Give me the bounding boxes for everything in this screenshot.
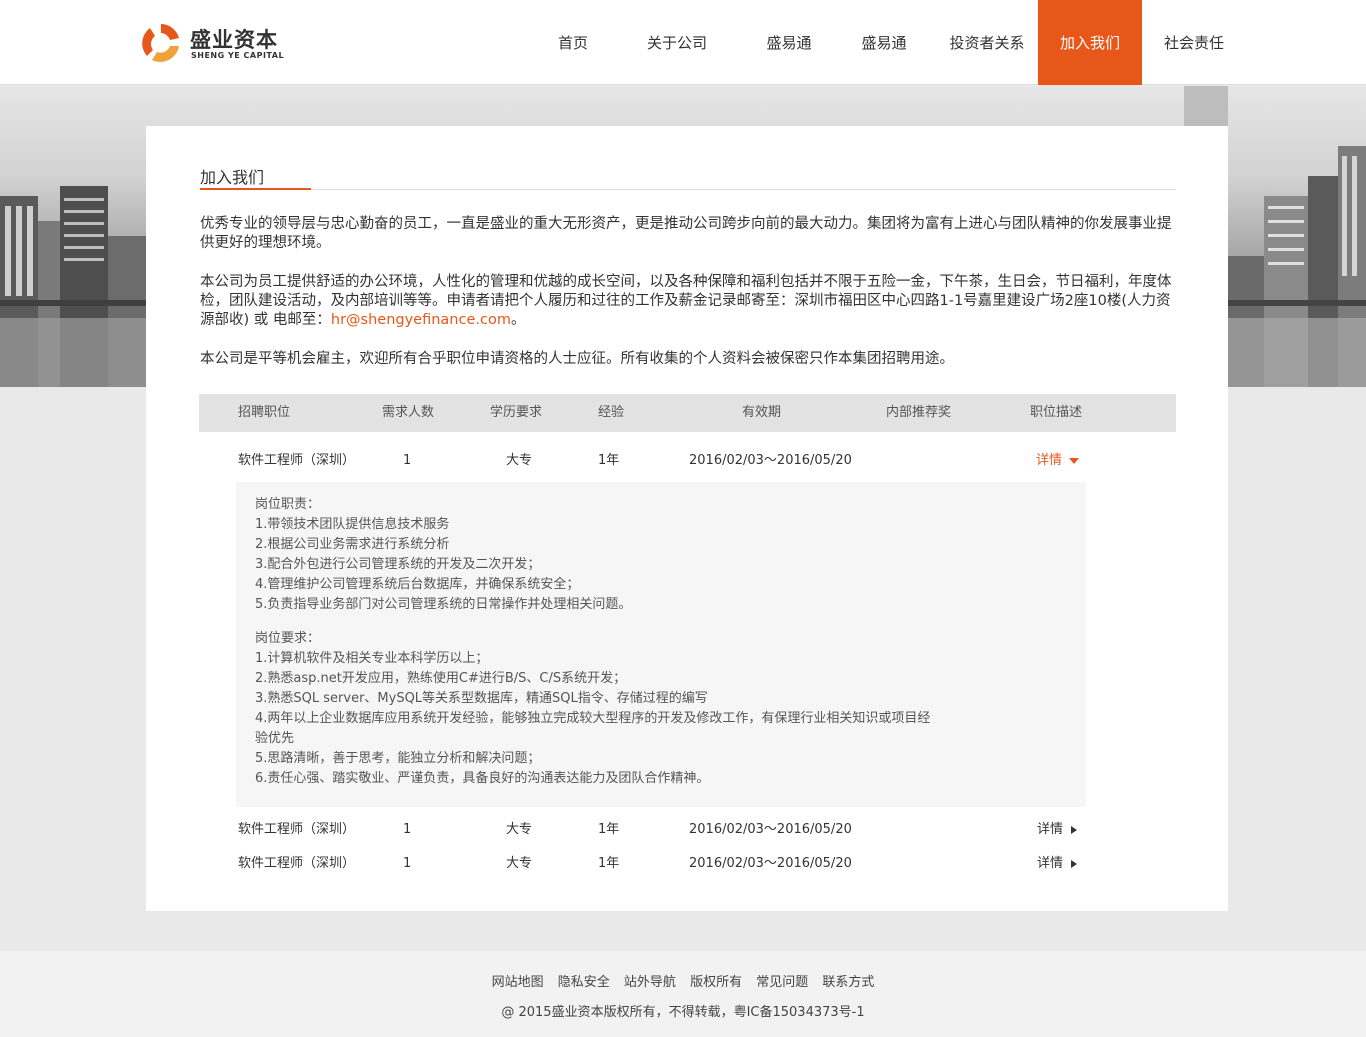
details-label: 详情 [1037, 856, 1064, 871]
section-title: 加入我们 [200, 168, 265, 187]
nav-about[interactable]: 关于公司 [638, 0, 716, 85]
cell-education: 大专 [506, 856, 533, 871]
details-toggle-expanded[interactable]: 详情 [1036, 446, 1080, 476]
intro-paragraph-2: 本公司为员工提供舒适的办公环境，人性化的管理和优越的成长空间，以及各种保障和福利… [200, 273, 1176, 330]
nav-investor-relations[interactable]: 投资者关系 [940, 0, 1034, 85]
header-referral-bonus: 内部推荐奖 [886, 405, 952, 420]
header-experience: 经验 [598, 405, 625, 420]
duties-title: 岗位职责： [255, 497, 321, 512]
cell-position: 软件工程师（深圳） [238, 856, 356, 871]
cell-validity: 2016/02/03～2016/05/20 [689, 822, 852, 837]
hr-email-link[interactable]: hr@shengyefinance.com [331, 312, 511, 328]
brand-name-cn: 盛业资本 [190, 28, 278, 52]
requirement-item: 4.两年以上企业数据库应用系统开发经验，能够独立完成较大型程序的开发及修改工作，… [255, 711, 931, 726]
nav-shengyitong-1[interactable]: 盛易通 [750, 0, 828, 85]
brand-name-en: SHENG YE CAPITAL [191, 51, 285, 60]
cell-count: 1 [403, 856, 412, 871]
intro-paragraph-3: 本公司是平等机会雇主，欢迎所有合乎职位申请资格的人士应征。所有收集的个人资料会被… [200, 351, 954, 367]
footer-link-privacy[interactable]: 隐私安全 [558, 975, 610, 990]
footer-links: 网站地图 隐私安全 站外导航 版权所有 常见问题 联系方式 [0, 971, 1366, 990]
requirement-item: 3.熟悉SQL server、MySQL等关系型数据库，精通SQL指令、存储过程… [255, 691, 708, 706]
footer-link-faq[interactable]: 常见问题 [756, 975, 808, 990]
header-description: 职位描述 [1030, 405, 1083, 420]
cell-experience: 1年 [598, 856, 620, 871]
header-position: 招聘职位 [238, 405, 291, 420]
requirement-item: 1.计算机软件及相关专业本科学历以上； [255, 651, 489, 666]
cell-education: 大专 [506, 453, 533, 468]
requirement-item: 6.责任心强、踏实敬业、严谨负责，具备良好的沟通表达能力及团队合作精神。 [255, 771, 710, 786]
cell-count: 1 [403, 822, 412, 837]
caret-right-icon [1071, 859, 1078, 868]
details-label: 详情 [1036, 453, 1063, 468]
cell-validity: 2016/02/03～2016/05/20 [689, 453, 852, 468]
intro-paragraph-2-end: 。 [510, 312, 526, 328]
table-row: 软件工程师（深圳） 1 大专 1年 2016/02/03～2016/05/20 … [199, 849, 1176, 879]
cell-experience: 1年 [598, 453, 620, 468]
table-row: 软件工程师（深圳） 1 大专 1年 2016/02/03～2016/05/20 … [199, 815, 1176, 845]
title-accent-bar [200, 188, 311, 190]
duty-item: 1.带领技术团队提供信息技术服务 [255, 517, 450, 532]
duty-item: 4.管理维护公司管理系统后台数据库，并确保系统安全； [255, 577, 580, 592]
nav-join-us[interactable]: 加入我们 [1038, 0, 1142, 85]
details-label: 详情 [1037, 822, 1064, 837]
duty-item: 2.根据公司业务需求进行系统分析 [255, 537, 450, 552]
cell-count: 1 [403, 453, 412, 468]
footer-link-contact[interactable]: 联系方式 [822, 975, 874, 990]
duty-item: 3.配合外包进行公司管理系统的开发及二次开发； [255, 557, 541, 572]
cell-validity: 2016/02/03～2016/05/20 [689, 856, 852, 871]
caret-down-icon [1069, 457, 1080, 464]
requirement-item: 5.思路清晰，善于思考，能独立分析和解决问题； [255, 751, 541, 766]
details-toggle[interactable]: 详情 [1037, 849, 1078, 879]
requirement-item: 验优先 [255, 731, 295, 746]
copyright-text: @ 2015盛业资本版权所有，不得转载，粤IC备15034373号-1 [501, 1005, 865, 1020]
header-validity: 有效期 [742, 405, 782, 420]
content-panel: 加入我们 优秀专业的领导层与忠心勤奋的员工，一直是盛业的重大无形资产，更是推动公… [146, 126, 1228, 911]
intro-paragraph-1: 优秀专业的领导层与忠心勤奋的员工，一直是盛业的重大无形资产，更是推动公司跨步向前… [200, 216, 1172, 251]
job-description-box: 岗位职责： 1.带领技术团队提供信息技术服务 2.根据公司业务需求进行系统分析 … [236, 482, 1086, 807]
header: 盛业资本 SHENG YE CAPITAL 首页 关于公司 盛易通 盛易通 投资… [0, 0, 1366, 85]
logo-icon [142, 24, 179, 62]
footer-link-copyright[interactable]: 版权所有 [690, 975, 742, 990]
caret-right-icon [1071, 825, 1078, 834]
nav-social-responsibility[interactable]: 社会责任 [1152, 0, 1236, 85]
cell-position: 软件工程师（深圳） [238, 822, 356, 837]
details-toggle[interactable]: 详情 [1037, 815, 1078, 845]
footer: 网站地图 隐私安全 站外导航 版权所有 常见问题 联系方式 @ 2015盛业资本… [0, 951, 1366, 1037]
requirement-item: 2.熟悉asp.net开发应用，熟练使用C#进行B/S、C/S系统开发； [255, 671, 627, 686]
header-count: 需求人数 [382, 405, 435, 420]
nav-home[interactable]: 首页 [540, 0, 606, 85]
jobs-table-header: 招聘职位 需求人数 学历要求 经验 有效期 内部推荐奖 职位描述 [199, 394, 1176, 432]
cell-education: 大专 [506, 822, 533, 837]
footer-link-external-nav[interactable]: 站外导航 [624, 975, 676, 990]
requirements-title: 岗位要求： [255, 631, 321, 646]
header-education: 学历要求 [490, 405, 543, 420]
duty-item: 5.负责指导业务部门对公司管理系统的日常操作并处理相关问题。 [255, 597, 632, 612]
logo[interactable]: 盛业资本 SHENG YE CAPITAL [138, 18, 288, 68]
nav-shengyitong-2[interactable]: 盛易通 [845, 0, 923, 85]
cell-position: 软件工程师（深圳） [238, 453, 356, 468]
footer-link-sitemap[interactable]: 网站地图 [492, 975, 544, 990]
title-divider [200, 189, 1176, 190]
table-row: 软件工程师（深圳） 1 大专 1年 2016/02/03～2016/05/20 … [199, 446, 1176, 476]
cell-experience: 1年 [598, 822, 620, 837]
